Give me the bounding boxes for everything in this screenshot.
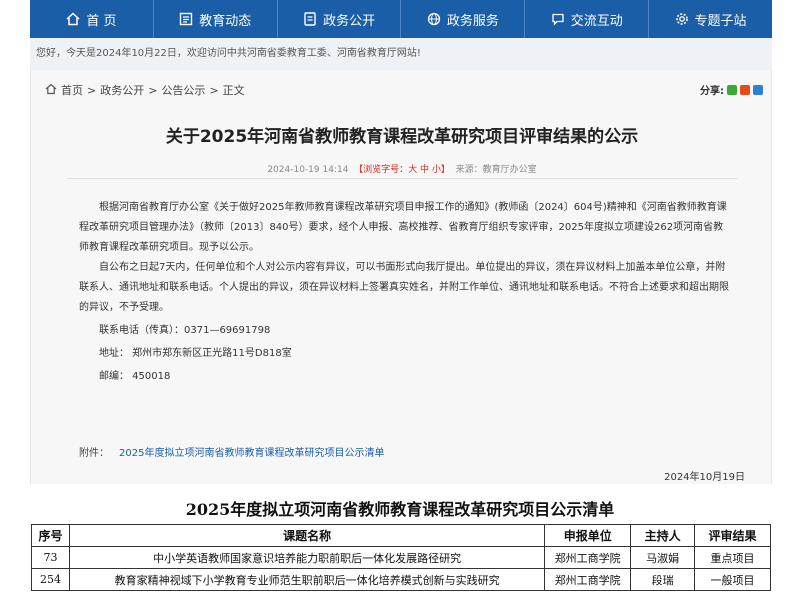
nav-item-subsites[interactable]: 专题子站 xyxy=(649,0,772,38)
contact-postcode: 邮编： 450018 xyxy=(99,371,171,382)
cell-index: 254 xyxy=(31,568,70,591)
home-icon xyxy=(45,83,57,98)
cell-host: 马淑娟 xyxy=(630,546,696,569)
col-header-index: 序号 xyxy=(31,524,70,547)
nav-item-label: 首 页 xyxy=(86,13,117,29)
article-panel: 首页 > 政务公开 > 公告公示 > 正文 分享: 关于2025年河南省教师教育… xyxy=(30,70,772,484)
nav-item-label: 政务服务 xyxy=(446,13,499,29)
article-source: 来源：教育厅办公室 xyxy=(455,165,537,175)
cell-title: 教育家精神视域下小学教育专业师范生职前职后一体化培养模式创新与实践研究 xyxy=(68,568,546,591)
cell-unit: 郑州工商学院 xyxy=(544,546,632,569)
main-nav: 首 页 教育动态 政务公开 政务服务 交流互动 专题子站 xyxy=(30,0,772,38)
font-size-suffix: 】 xyxy=(440,165,450,175)
cell-unit: 郑州工商学院 xyxy=(544,568,632,591)
cell-index: 73 xyxy=(31,546,70,569)
nav-item-interaction[interactable]: 交流互动 xyxy=(525,0,650,38)
nav-item-label: 政务公开 xyxy=(323,13,376,29)
breadcrumb-separator: > xyxy=(209,83,219,97)
chat-icon xyxy=(551,12,565,26)
body-paragraph: 自公布之日起7天内，任何单位和个人对公示内容有异议，可以书面形式向我厅提出。单位… xyxy=(79,262,729,313)
share-bar: 分享: xyxy=(700,82,763,97)
col-header-host: 主持人 xyxy=(630,524,696,547)
body-paragraph: 根据河南省教育厅办公室《关于做好2025年教师教育课程改革研究项目申报工作的通知… xyxy=(79,202,727,253)
globe-icon xyxy=(427,12,441,26)
table-row: 254 教育家精神视域下小学教育专业师范生职前职后一体化培养模式创新与实践研究 … xyxy=(31,568,771,591)
nav-item-label: 专题子站 xyxy=(694,13,747,29)
nav-item-home[interactable]: 首 页 xyxy=(30,0,154,38)
list-title: 2025年度拟立项河南省教师教育课程改革研究项目公示清单 xyxy=(185,500,615,519)
gear-icon xyxy=(675,12,689,26)
home-icon xyxy=(66,12,80,26)
contact-phone: 联系电话（传真）：0371—69691798 xyxy=(99,325,271,336)
nav-item-gov-affairs[interactable]: 政务公开 xyxy=(278,0,402,38)
table-header-row: 序号 课题名称 申报单位 主持人 评审结果 xyxy=(31,524,771,547)
attachment-label: 附件： xyxy=(79,448,109,459)
breadcrumb-separator: > xyxy=(148,83,158,97)
breadcrumb-gov-affairs[interactable]: 政务公开 xyxy=(100,82,144,98)
share-label: 分享: xyxy=(700,86,724,97)
nav-item-news[interactable]: 教育动态 xyxy=(154,0,278,38)
article-title: 关于2025年河南省教师教育课程改革研究项目评审结果的公示 xyxy=(165,127,639,147)
cell-result: 重点项目 xyxy=(694,546,771,569)
wechat-share-icon[interactable] xyxy=(727,84,737,95)
cell-host: 段瑞 xyxy=(630,568,696,591)
contact-address: 地址： 郑州市郑东新区正光路11号D818室 xyxy=(99,348,292,359)
font-size-options[interactable]: 大 中 小 xyxy=(408,165,441,175)
font-size-prefix: 【浏览字号： xyxy=(354,165,409,175)
table-row: 73 中小学英语教师国家意识培养能力职前职后一体化发展路径研究 郑州工商学院 马… xyxy=(31,546,771,569)
cell-result: 一般项目 xyxy=(694,568,771,591)
sign-date: 2024年10月19日 xyxy=(664,472,745,483)
nav-item-services[interactable]: 政务服务 xyxy=(401,0,526,38)
breadcrumb-separator: > xyxy=(87,83,97,97)
attachment-link[interactable]: 2025年度拟立项河南省教师教育课程改革研究项目公示清单 xyxy=(119,448,384,459)
col-header-title: 课题名称 xyxy=(68,524,546,547)
nav-item-label: 教育动态 xyxy=(199,13,252,29)
divider xyxy=(67,178,737,179)
col-header-unit: 申报单位 xyxy=(544,524,632,547)
breadcrumb: 首页 > 政务公开 > 公告公示 > 正文 xyxy=(45,82,245,98)
cell-title: 中小学英语教师国家意识培养能力职前职后一体化发展路径研究 xyxy=(68,546,546,569)
news-icon xyxy=(179,12,193,26)
breadcrumb-home[interactable]: 首页 xyxy=(61,82,83,98)
project-table: 序号 课题名称 申报单位 主持人 评审结果 73 中小学英语教师国家意识培养能力… xyxy=(31,524,771,591)
article-body: 根据河南省教育厅办公室《关于做好2025年教师教育课程改革研究项目申报工作的通知… xyxy=(79,198,729,387)
attachment: 附件： 2025年度拟立项河南省教师教育课程改革研究项目公示清单 xyxy=(79,444,384,459)
welcome-message: 您好，今天是2024年10月22日，欢迎访问中共河南省委教育工委、河南省教育厅网… xyxy=(30,38,772,70)
col-header-result: 评审结果 xyxy=(694,524,771,547)
nav-item-label: 交流互动 xyxy=(570,13,623,29)
document-icon xyxy=(303,12,317,26)
breadcrumb-current: 正文 xyxy=(222,84,245,97)
publish-date: 2024-10-19 14:14 xyxy=(267,165,349,175)
breadcrumb-announcements[interactable]: 公告公示 xyxy=(161,82,205,98)
article-meta: 2024-10-19 14:14 【浏览字号：大 中 小】 来源：教育厅办公室 xyxy=(31,162,773,175)
weibo-share-icon[interactable] xyxy=(740,84,750,95)
qzone-share-icon[interactable] xyxy=(753,84,763,95)
